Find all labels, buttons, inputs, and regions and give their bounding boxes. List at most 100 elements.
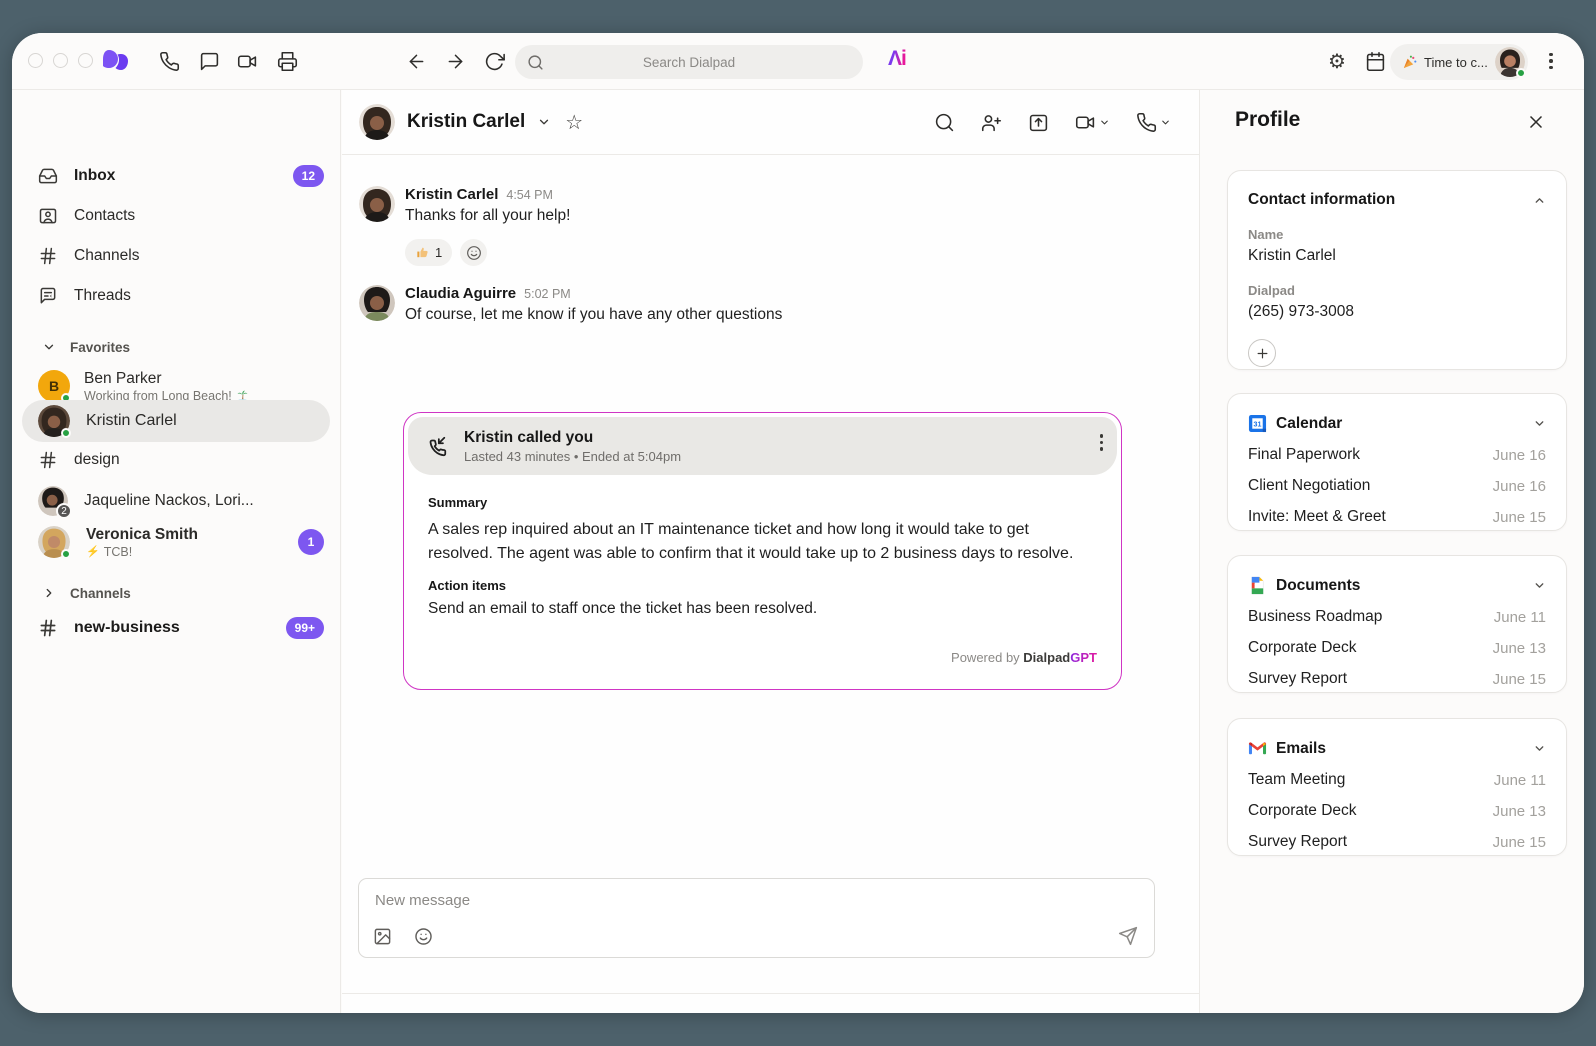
chevron-down-icon — [42, 340, 56, 354]
email-row[interactable]: Corporate DeckJune 13 — [1248, 802, 1546, 820]
sidebar-item-design[interactable]: design — [12, 442, 340, 478]
add-reaction-icon[interactable] — [460, 239, 487, 266]
email-row[interactable]: Survey ReportJune 15 — [1248, 833, 1546, 851]
google-docs-icon — [1248, 576, 1267, 595]
close-icon[interactable] — [1526, 112, 1546, 132]
calendar-row[interactable]: Invite: Meet & GreetJune 15 — [1248, 508, 1546, 526]
chevron-down-icon[interactable] — [537, 115, 551, 129]
refresh-icon[interactable] — [483, 50, 505, 72]
channels-label: Channels — [70, 586, 131, 601]
sidebar-item-kristin-carlel[interactable]: Kristin Carlel — [12, 403, 340, 439]
sidebar-item-channels[interactable]: Channels — [12, 236, 340, 276]
sidebar-item-veronica-smith[interactable]: Veronica Smith ⚡TCB! 1 — [12, 520, 340, 564]
group-name: Jaqueline Nackos, Lori... — [84, 492, 254, 510]
channel-name: design — [74, 451, 120, 469]
search-in-chat-icon[interactable] — [934, 112, 955, 133]
channels-section-header[interactable]: Channels — [12, 582, 340, 604]
phone-call-icon[interactable] — [1136, 112, 1171, 133]
action-items-label: Action items — [428, 578, 1097, 593]
video-icon[interactable] — [236, 50, 258, 72]
card-title: Emails — [1276, 740, 1524, 758]
sidebar-item-inbox[interactable]: Inbox 12 — [12, 156, 340, 196]
calendar-icon[interactable] — [1364, 50, 1386, 72]
chevron-down-icon[interactable] — [1533, 417, 1546, 430]
search-placeholder: Search Dialpad — [544, 55, 834, 70]
chat-icon[interactable] — [198, 50, 220, 72]
unread-badge: 1 — [298, 529, 324, 555]
chat-title[interactable]: Kristin Carlel — [407, 111, 525, 133]
emoji-icon[interactable] — [414, 927, 433, 946]
card-title: Calendar — [1276, 415, 1524, 433]
favorites-label: Favorites — [70, 340, 130, 355]
sidebar-item-label: Inbox — [74, 167, 115, 185]
chevron-down-icon[interactable] — [1533, 579, 1546, 592]
call-card-meta: Lasted 43 minutes • Ended at 5:04pm — [464, 449, 681, 464]
favorites-section-header[interactable]: Favorites — [12, 336, 340, 358]
contact-name: Veronica Smith — [86, 526, 198, 544]
contact-information-card: Contact information Name Kristin Carlel … — [1227, 170, 1567, 370]
chevron-down-icon[interactable] — [1099, 117, 1110, 128]
sidebar-item-jaqueline-group[interactable]: 2 Jaqueline Nackos, Lori... — [12, 483, 340, 519]
divider — [342, 993, 1199, 994]
screen-share-icon[interactable] — [1028, 112, 1049, 133]
summary-text: A sales rep inquired about an IT mainten… — [428, 518, 1097, 565]
chevron-down-icon[interactable] — [1160, 117, 1171, 128]
add-contact-detail-button[interactable] — [1248, 339, 1276, 367]
message-composer[interactable]: New message — [358, 878, 1155, 958]
threads-icon — [38, 286, 58, 306]
contact-name: Kristin Carlel — [86, 412, 177, 430]
sidebar-item-label: Threads — [74, 287, 131, 305]
user-status-pill[interactable]: Time to c... — [1390, 44, 1528, 80]
back-icon[interactable] — [405, 50, 427, 72]
contact-name-value: Kristin Carlel — [1248, 247, 1546, 265]
window-dot[interactable] — [78, 53, 93, 68]
sidebar-item-label: Channels — [74, 247, 140, 265]
document-row[interactable]: Business RoadmapJune 11 — [1248, 608, 1546, 626]
user-avatar[interactable] — [1495, 47, 1525, 77]
status-text: TCB! — [104, 545, 132, 559]
thumbs-up-reaction[interactable]: 1 — [405, 239, 452, 266]
attach-image-icon[interactable] — [373, 927, 392, 946]
more-menu-icon[interactable] — [1540, 50, 1562, 72]
composer-placeholder: New message — [375, 892, 470, 909]
chevron-right-icon — [42, 586, 56, 600]
add-person-icon[interactable] — [981, 112, 1002, 133]
sidebar: Inbox 12 Contacts Channels Threads Favor… — [12, 90, 341, 1013]
email-row[interactable]: Team MeetingJune 11 — [1248, 771, 1546, 789]
avatar — [359, 285, 395, 321]
presence-dot — [61, 428, 71, 438]
print-icon[interactable] — [276, 50, 298, 72]
window-dot[interactable] — [28, 53, 43, 68]
avatar — [38, 405, 70, 437]
search-input[interactable]: Search Dialpad — [515, 45, 863, 79]
video-call-icon[interactable] — [1075, 112, 1110, 133]
calendar-row[interactable]: Client NegotiationJune 16 — [1248, 477, 1546, 495]
chat-avatar[interactable] — [359, 104, 395, 140]
document-row[interactable]: Corporate DeckJune 13 — [1248, 639, 1546, 657]
sidebar-item-contacts[interactable]: Contacts — [12, 196, 340, 236]
dialpad-logo-icon — [100, 48, 130, 74]
settings-gear-icon[interactable]: ⚙ — [1326, 50, 1348, 72]
dialpad-ai-icon[interactable]: Λi — [888, 47, 906, 71]
presence-dot — [1516, 68, 1526, 78]
group-avatar: 2 — [38, 486, 68, 516]
call-card-menu-icon[interactable] — [1100, 434, 1104, 451]
chat-header: Kristin Carlel ☆ — [342, 90, 1199, 155]
thumbs-up-icon — [415, 245, 430, 260]
document-row[interactable]: Survey ReportJune 15 — [1248, 670, 1546, 688]
avatar: B — [38, 370, 70, 402]
app-window: Search Dialpad Λi ⚙ Time to c... Inbox 1… — [12, 33, 1584, 1013]
presence-dot — [61, 549, 71, 559]
send-icon[interactable] — [1118, 926, 1138, 946]
forward-icon[interactable] — [444, 50, 466, 72]
favorite-star-icon[interactable]: ☆ — [565, 110, 583, 135]
calendar-row[interactable]: Final PaperworkJune 16 — [1248, 446, 1546, 464]
window-controls[interactable] — [28, 53, 93, 68]
chevron-down-icon[interactable] — [1533, 742, 1546, 755]
sidebar-item-new-business[interactable]: new-business 99+ — [12, 608, 340, 648]
inbox-badge: 12 — [293, 165, 324, 187]
sidebar-item-threads[interactable]: Threads — [12, 276, 340, 316]
window-dot[interactable] — [53, 53, 68, 68]
phone-icon[interactable] — [158, 50, 180, 72]
chevron-up-icon[interactable] — [1533, 194, 1546, 207]
